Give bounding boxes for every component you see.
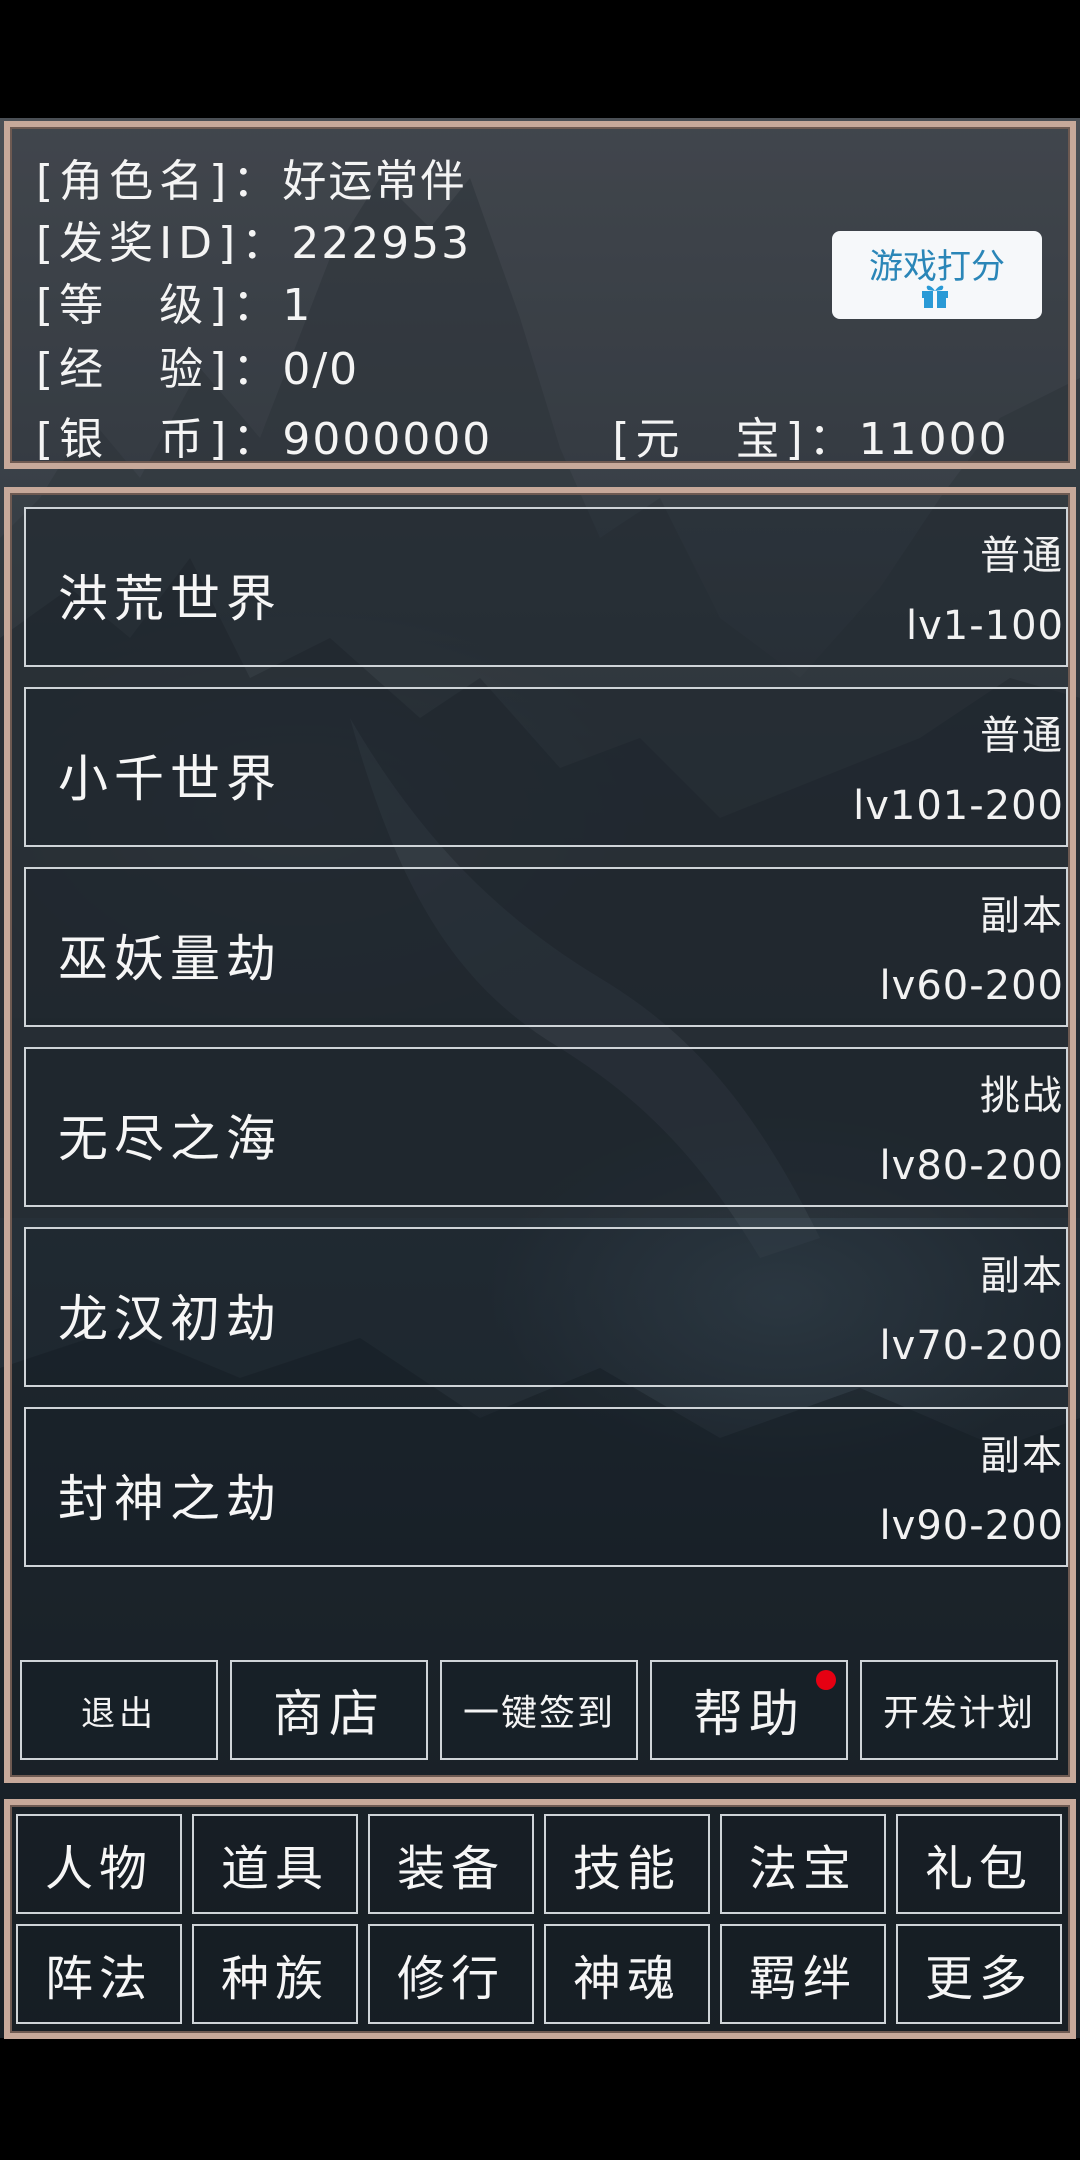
menu-label: 神魂	[572, 1951, 681, 2007]
player-name: 好运常伴	[282, 156, 467, 207]
silver-amount: 9000000	[282, 414, 493, 465]
world-level-range: lv60-200	[879, 963, 1064, 1009]
menu-character-button[interactable]: 人物	[16, 1814, 182, 1914]
menu-label: 道具	[220, 1841, 329, 1897]
notification-dot	[816, 1670, 836, 1690]
menu-label: 阵法	[44, 1951, 153, 2007]
help-label: 帮助	[693, 1685, 805, 1743]
player-id-row: [发奖ID]：222953	[36, 207, 471, 271]
world-type: 副本	[980, 1253, 1064, 1299]
menu-bond-button[interactable]: 羁绊	[720, 1924, 886, 2024]
exit-label: 退出	[81, 1693, 157, 1734]
dev-plan-label: 开发计划	[882, 1693, 1035, 1734]
dev-plan-button[interactable]: 开发计划	[860, 1660, 1058, 1760]
menu-label: 法宝	[748, 1841, 857, 1897]
sign-in-label: 一键签到	[462, 1693, 615, 1734]
world-card[interactable]: 巫妖量劫 副本 lv60-200	[24, 867, 1068, 1027]
silver-label: [银 币]：	[36, 414, 283, 465]
world-type: 普通	[980, 713, 1064, 759]
menu-label: 种族	[220, 1951, 329, 2007]
menu-gift-pack-button[interactable]: 礼包	[896, 1814, 1062, 1914]
menu-label: 更多	[924, 1951, 1033, 2007]
world-card[interactable]: 封神之劫 副本 lv90-200	[24, 1407, 1068, 1567]
world-card[interactable]: 龙汉初劫 副本 lv70-200	[24, 1227, 1068, 1387]
menu-treasure-button[interactable]: 法宝	[720, 1814, 886, 1914]
player-info-panel: [角色名]：好运常伴 [发奖ID]：222953 [等 级]：1 [经 验]：0…	[4, 121, 1076, 469]
exit-button[interactable]: 退出	[20, 1660, 218, 1760]
world-name: 无尽之海	[58, 1110, 282, 1168]
sign-in-button[interactable]: 一键签到	[440, 1660, 638, 1760]
shop-button[interactable]: 商店	[230, 1660, 428, 1760]
menu-equipment-button[interactable]: 装备	[368, 1814, 534, 1914]
player-name-label: [角色名]：	[36, 156, 283, 207]
world-card[interactable]: 小千世界 普通 lv101-200	[24, 687, 1068, 847]
world-level-range: lv90-200	[879, 1503, 1064, 1549]
rate-game-button[interactable]: 游戏打分	[832, 231, 1042, 319]
world-type: 副本	[980, 1433, 1064, 1479]
player-level: 1	[282, 280, 313, 331]
menu-more-button[interactable]: 更多	[896, 1924, 1062, 2024]
menu-formation-button[interactable]: 阵法	[16, 1924, 182, 2024]
ingot-label: [元 宝]：	[612, 414, 859, 465]
menu-label: 人物	[44, 1841, 153, 1897]
player-exp-label: [经 验]：	[36, 344, 283, 395]
world-type: 副本	[980, 893, 1064, 939]
world-level-range: lv70-200	[879, 1323, 1064, 1369]
world-level-range: lv1-100	[905, 603, 1064, 649]
menu-label: 修行	[396, 1951, 505, 2007]
player-name-row: [角色名]：好运常伴	[36, 145, 466, 209]
menu-cultivation-button[interactable]: 修行	[368, 1924, 534, 2024]
player-id: 222953	[291, 218, 472, 269]
world-card[interactable]: 洪荒世界 普通 lv1-100	[24, 507, 1068, 667]
world-name: 封神之劫	[58, 1470, 282, 1528]
world-level-range: lv80-200	[879, 1143, 1064, 1189]
menu-label: 技能	[572, 1841, 681, 1897]
bottom-letterbox	[0, 2040, 1080, 2160]
world-name: 洪荒世界	[58, 570, 282, 628]
player-currency-row: [银 币]：9000000 [元 宝]：11000	[36, 403, 1009, 467]
gift-icon	[922, 285, 948, 308]
world-name: 巫妖量劫	[58, 930, 282, 988]
menu-label: 装备	[396, 1841, 505, 1897]
world-name: 小千世界	[58, 750, 282, 808]
shop-label: 商店	[273, 1685, 385, 1743]
world-name: 龙汉初劫	[58, 1290, 282, 1348]
player-id-label: [发奖ID]：	[36, 218, 292, 269]
help-button[interactable]: 帮助	[650, 1660, 848, 1760]
player-exp-row: [经 验]：0/0	[36, 333, 359, 397]
ingot-amount: 11000	[858, 414, 1009, 465]
world-select-panel: 洪荒世界 普通 lv1-100 小千世界 普通 lv101-200 巫妖量劫 副…	[4, 487, 1076, 1783]
player-level-row: [等 级]：1	[36, 269, 312, 333]
player-level-label: [等 级]：	[36, 280, 283, 331]
player-exp: 0/0	[282, 344, 360, 395]
menu-race-button[interactable]: 种族	[192, 1924, 358, 2024]
world-type: 普通	[980, 533, 1064, 579]
world-card[interactable]: 无尽之海 挑战 lv80-200	[24, 1047, 1068, 1207]
menu-skills-button[interactable]: 技能	[544, 1814, 710, 1914]
world-level-range: lv101-200	[853, 783, 1064, 829]
menu-soul-button[interactable]: 神魂	[544, 1924, 710, 2024]
menu-label: 羁绊	[748, 1951, 857, 2007]
menu-items-button[interactable]: 道具	[192, 1814, 358, 1914]
menu-label: 礼包	[924, 1841, 1033, 1897]
world-type: 挑战	[980, 1073, 1064, 1119]
